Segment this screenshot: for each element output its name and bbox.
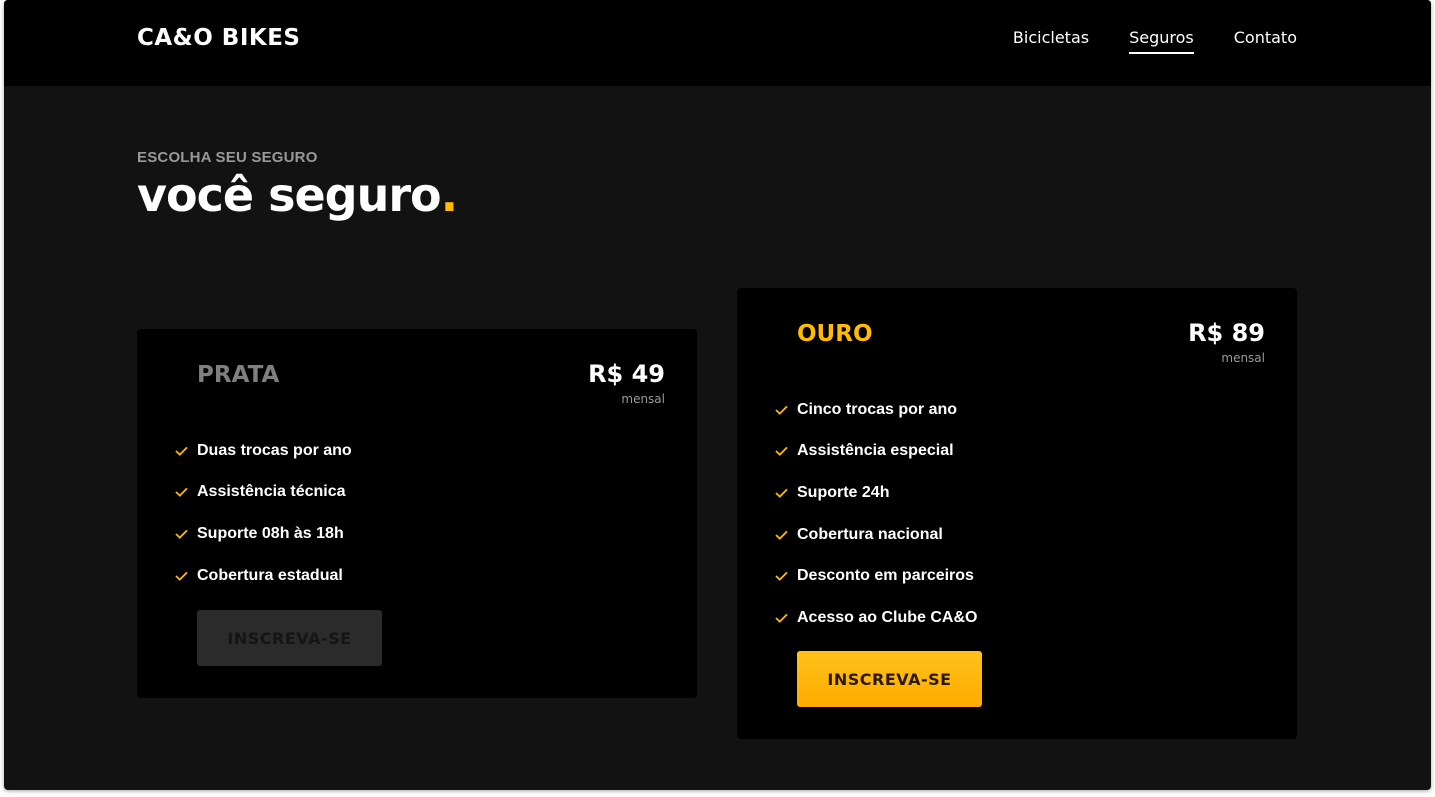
check-icon	[775, 488, 797, 498]
feature-item: Cobertura nacional	[775, 514, 977, 556]
feature-item: Cobertura estadual	[175, 555, 352, 597]
nav-link-bicicletas[interactable]: Bicicletas	[1013, 28, 1089, 54]
check-icon	[775, 571, 797, 582]
plan-period: mensal	[621, 392, 665, 406]
feature-list: Cinco trocas por ano Assistência especia…	[775, 389, 977, 639]
feature-item: Assistência técnica	[175, 472, 352, 514]
check-icon	[175, 487, 197, 498]
feature-label: Acesso ao Clube CA&O	[797, 608, 978, 626]
plan-name: OURO	[797, 321, 873, 347]
nav-link-seguros[interactable]: Seguros	[1129, 28, 1194, 54]
page-title: você seguro.	[137, 168, 459, 222]
feature-item: Acesso ao Clube CA&O	[775, 597, 977, 639]
feature-label: Desconto em parceiros	[797, 567, 974, 585]
feature-label: Cobertura estadual	[197, 566, 343, 584]
check-icon	[175, 529, 197, 539]
feature-item: Assistência especial	[775, 431, 977, 473]
page-title-text: você seguro	[137, 168, 442, 222]
plan-period: mensal	[1221, 351, 1265, 365]
feature-list: Duas trocas por ano Assistência técnica …	[175, 430, 352, 596]
feature-label: Duas trocas por ano	[197, 441, 352, 459]
check-icon	[175, 571, 197, 581]
check-icon	[775, 446, 797, 457]
plan-card-ouro: OURO R$ 89 mensal Cinco trocas por ano A…	[737, 288, 1297, 739]
feature-label: Assistência técnica	[197, 483, 346, 501]
section-eyebrow: ESCOLHA SEU SEGURO	[137, 149, 318, 166]
check-icon	[775, 530, 797, 540]
feature-label: Cobertura nacional	[797, 525, 943, 543]
check-icon	[775, 405, 797, 415]
site-header: CA&O BIKES Bicicletas Seguros Contato	[4, 0, 1431, 86]
nav-link-contato[interactable]: Contato	[1234, 28, 1297, 54]
plan-name: PRATA	[197, 362, 280, 388]
feature-item: Suporte 24h	[775, 472, 977, 514]
feature-item: Suporte 08h às 18h	[175, 513, 352, 555]
plan-card-prata: PRATA R$ 49 mensal Duas trocas por ano A…	[137, 329, 697, 698]
check-icon	[775, 613, 797, 623]
feature-label: Assistência especial	[797, 442, 954, 460]
feature-item: Duas trocas por ano	[175, 430, 352, 472]
check-icon	[175, 446, 197, 456]
page-frame: CA&O BIKES Bicicletas Seguros Contato ES…	[4, 0, 1431, 790]
feature-item: Cinco trocas por ano	[775, 389, 977, 431]
feature-item: Desconto em parceiros	[775, 555, 977, 597]
feature-label: Suporte 24h	[797, 483, 890, 501]
feature-label: Suporte 08h às 18h	[197, 524, 344, 542]
site-logo[interactable]: CA&O BIKES	[137, 25, 300, 51]
subscribe-button-prata[interactable]: INSCREVA-SE	[197, 610, 382, 666]
plan-price: R$ 89	[1188, 319, 1265, 347]
page-title-dot: .	[440, 168, 459, 222]
subscribe-button-ouro[interactable]: INSCREVA-SE	[797, 651, 982, 707]
plan-price: R$ 49	[588, 360, 665, 388]
main-nav: Bicicletas Seguros Contato	[1013, 28, 1297, 54]
feature-label: Cinco trocas por ano	[797, 400, 958, 418]
